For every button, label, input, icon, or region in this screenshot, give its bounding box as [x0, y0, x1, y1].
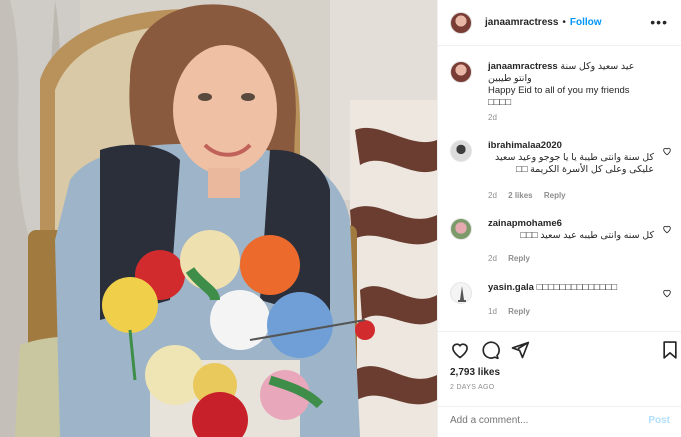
add-comment-input[interactable]: [450, 415, 630, 426]
instagram-post: janaamractress • Follow ••• janaamractre…: [0, 0, 681, 437]
comment-likes[interactable]: 2 likes: [508, 191, 532, 200]
likes-count[interactable]: 2,793 likes: [450, 367, 500, 378]
comment-username[interactable]: zainapmohame6: [488, 218, 562, 229]
header-separator: •: [562, 17, 566, 28]
comments-list[interactable]: janaamractress عيد سعيد وكل سنة وانتو طي…: [438, 46, 681, 331]
author-username[interactable]: janaamractress: [485, 17, 558, 28]
caption-username[interactable]: janaamractress: [488, 61, 558, 72]
comment-body: yasin.gala □□□□□□□□□□□□□□: [488, 282, 654, 294]
comment-username[interactable]: ibrahimalaa2020: [488, 140, 562, 151]
comment-username[interactable]: yasin.gala: [488, 282, 534, 293]
heart-icon[interactable]: [662, 146, 672, 156]
comment-body: zainapmohame6 كل سنه وانتى طيبه عيد سعيد…: [488, 218, 654, 242]
comment-time: 2d: [488, 254, 497, 263]
like-icon[interactable]: [450, 340, 470, 360]
follow-button[interactable]: Follow: [570, 17, 602, 28]
comment-time: 2d: [488, 191, 497, 200]
comment-meta: 2d 2 likes Reply: [488, 191, 575, 200]
caption-body: janaamractress عيد سعيد وكل سنة وانتو طي…: [488, 61, 654, 109]
caption-text-en: Happy Eid to all of you my friends □□□□: [488, 85, 630, 108]
post-photo[interactable]: [0, 0, 437, 437]
comment-text: كل سنه وانتى طيبه عيد سعيد □□□: [520, 230, 654, 241]
add-comment-bar: Post: [438, 406, 681, 437]
comment-time: 1d: [488, 307, 497, 316]
commenter-avatar[interactable]: [450, 140, 472, 162]
tower-icon: [458, 286, 466, 302]
commenter-avatar[interactable]: [450, 282, 472, 304]
post-side-panel: janaamractress • Follow ••• janaamractre…: [437, 0, 681, 437]
comment-meta: 1d Reply: [488, 307, 539, 316]
caption-avatar[interactable]: [450, 61, 472, 83]
comment-icon[interactable]: [480, 340, 500, 360]
comment-text: كل سنة وانتى طيبة يا يا جوجو وعيد سعيد ع…: [495, 152, 654, 175]
share-icon[interactable]: [510, 340, 530, 360]
post-header: janaamractress • Follow •••: [438, 0, 681, 46]
commenter-avatar[interactable]: [450, 218, 472, 240]
post-age: 2 DAYS AGO: [450, 384, 495, 391]
comment-meta: 2d Reply: [488, 254, 539, 263]
photo-illustration: [0, 0, 437, 437]
bookmark-icon[interactable]: [660, 340, 680, 360]
post-comment-button[interactable]: Post: [648, 415, 670, 426]
comment-body: ibrahimalaa2020 كل سنة وانتى طيبة يا يا …: [488, 140, 654, 176]
more-options-icon[interactable]: •••: [650, 15, 668, 29]
heart-icon[interactable]: [662, 224, 672, 234]
comment-text: □□□□□□□□□□□□□□: [536, 282, 617, 293]
caption-meta: 2d: [488, 113, 506, 122]
reply-button[interactable]: Reply: [508, 307, 530, 316]
action-bar: 2,793 likes 2 DAYS AGO: [438, 331, 681, 406]
author-avatar[interactable]: [450, 11, 472, 34]
reply-button[interactable]: Reply: [508, 254, 530, 263]
heart-icon[interactable]: [662, 288, 672, 298]
caption-time: 2d: [488, 113, 497, 122]
reply-button[interactable]: Reply: [544, 191, 566, 200]
